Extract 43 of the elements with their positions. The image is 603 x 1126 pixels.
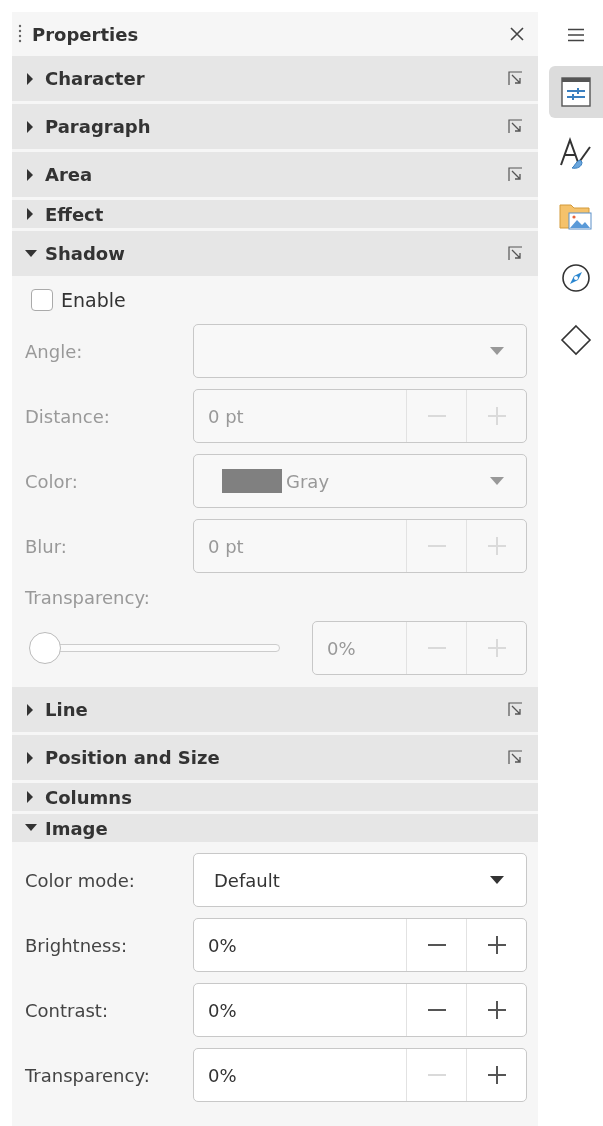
grip-icon[interactable] — [18, 24, 22, 44]
close-icon[interactable] — [510, 27, 524, 41]
more-options-icon[interactable] — [508, 119, 523, 134]
section-header[interactable]: Effect — [12, 200, 538, 228]
section-header[interactable]: Character — [12, 56, 538, 101]
field-label: Transparency: — [25, 1064, 151, 1086]
field-label: Contrast: — [25, 999, 109, 1021]
section-header[interactable]: Position and Size — [12, 735, 538, 780]
more-options-icon[interactable] — [508, 750, 523, 765]
field-label: Blur: — [25, 535, 68, 557]
dropdown-field[interactable]: Default — [193, 853, 527, 907]
collapse-triangle-icon — [24, 823, 38, 833]
field-label: Brightness: — [25, 934, 128, 956]
section-header[interactable]: Columns — [12, 783, 538, 811]
diamond-icon — [560, 324, 592, 356]
section-header[interactable]: Image — [12, 814, 538, 842]
more-options-icon[interactable] — [508, 167, 523, 182]
section-header[interactable]: Area — [12, 152, 538, 197]
more-options-icon[interactable] — [508, 702, 523, 717]
field-label: Distance: — [25, 405, 111, 427]
panel-title: Properties — [32, 23, 140, 45]
caret-icon — [490, 876, 504, 884]
checkbox-label: Enable — [61, 289, 126, 311]
field-label: Angle: — [25, 340, 84, 362]
sliders-panel-icon — [561, 77, 591, 107]
collapse-triangle-icon — [24, 248, 38, 259]
field-label: Color: — [25, 470, 79, 492]
more-options-icon[interactable] — [508, 246, 523, 261]
field-label: Color mode: — [25, 869, 136, 891]
image-folder-icon — [559, 201, 593, 231]
caret-icon — [490, 477, 504, 485]
section-header[interactable]: Line — [12, 687, 538, 732]
menu-icon — [567, 28, 585, 42]
compass-icon — [561, 263, 591, 293]
caret-icon — [490, 347, 504, 355]
field-label: Transparency: — [25, 586, 150, 608]
slider[interactable] — [29, 632, 280, 664]
section-header[interactable]: Paragraph — [12, 104, 538, 149]
sidebar-tab[interactable] — [549, 66, 603, 118]
more-options-icon[interactable] — [508, 71, 523, 86]
letter-brush-icon — [559, 137, 593, 171]
enable-checkbox[interactable] — [31, 289, 53, 311]
section-header[interactable]: Shadow — [12, 231, 538, 276]
